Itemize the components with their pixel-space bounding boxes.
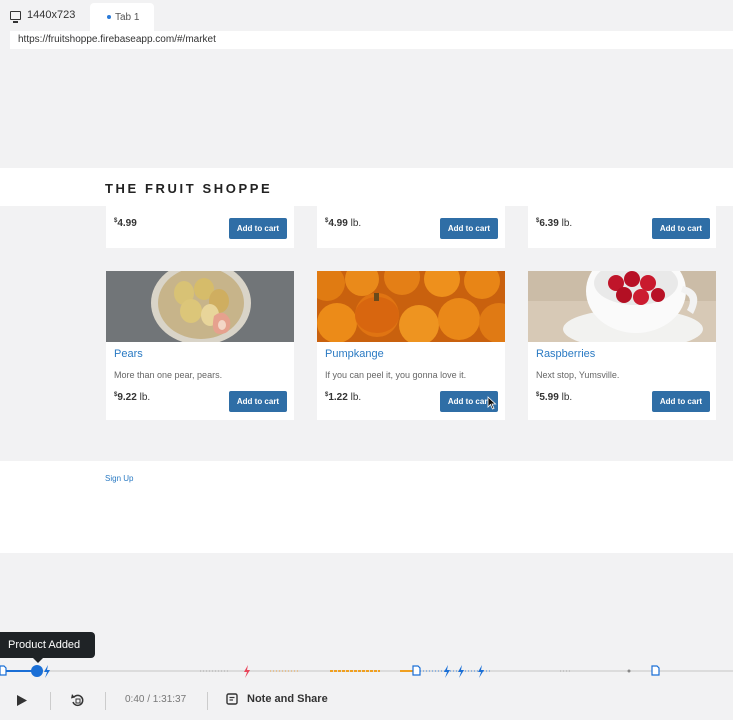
viewport-size: 1440x723 bbox=[10, 9, 76, 23]
raspberries-image bbox=[528, 271, 716, 342]
add-to-cart-button[interactable]: Add to cart bbox=[652, 391, 710, 412]
product-price: $4.99 bbox=[114, 218, 137, 229]
product-name[interactable]: Raspberries bbox=[536, 348, 595, 360]
play-icon[interactable] bbox=[16, 694, 28, 707]
product-price: $9.22 lb. bbox=[114, 392, 151, 403]
product-card-pears: Pears More than one pear, pears. $9.22 l… bbox=[106, 271, 294, 420]
player-controls: 0:40 / 1:31:37 Note and Share bbox=[0, 686, 733, 714]
tab-1[interactable]: Tab 1 bbox=[90, 3, 154, 31]
mouse-cursor-icon bbox=[487, 396, 497, 410]
monitor-icon bbox=[10, 10, 21, 23]
product-price: $6.39 lb. bbox=[536, 218, 573, 229]
page-event-icon bbox=[412, 665, 421, 676]
playback-timeline[interactable] bbox=[0, 662, 733, 680]
site-header: THE FRUIT SHOPPE bbox=[0, 168, 733, 206]
note-and-share-label: Note and Share bbox=[247, 693, 328, 705]
viewport-size-label: 1440x723 bbox=[27, 9, 76, 21]
add-to-cart-button[interactable]: Add to cart bbox=[229, 391, 287, 412]
product-card-raspberries: Raspberries Next stop, Yumsville. $5.99 … bbox=[528, 271, 716, 420]
product-name[interactable]: Pumpkange bbox=[325, 348, 384, 360]
event-tooltip: Product Added bbox=[0, 632, 95, 663]
add-to-cart-button[interactable]: Add to cart bbox=[652, 218, 710, 239]
separator bbox=[50, 692, 51, 710]
product-card-top-1: $4.99 Add to cart bbox=[106, 206, 294, 248]
replay-icon[interactable] bbox=[71, 693, 85, 708]
add-to-cart-button[interactable]: Add to cart bbox=[229, 218, 287, 239]
page-event-icon bbox=[651, 665, 660, 676]
product-name[interactable]: Pears bbox=[114, 348, 143, 360]
page-event-icon bbox=[0, 665, 7, 676]
separator bbox=[105, 692, 106, 710]
note-icon bbox=[226, 693, 238, 705]
add-to-cart-button[interactable]: Add to cart bbox=[440, 218, 498, 239]
product-description: Next stop, Yumsville. bbox=[536, 370, 620, 380]
product-card-pumpkange: Pumpkange If you can peel it, you gonna … bbox=[317, 271, 505, 420]
url-bar[interactable]: https://fruitshoppe.firebaseapp.com/#/ma… bbox=[10, 31, 733, 49]
product-price: $5.99 lb. bbox=[536, 392, 573, 403]
note-and-share-button[interactable]: Note and Share bbox=[226, 693, 328, 705]
site-footer: Sign Up bbox=[0, 461, 733, 553]
separator bbox=[207, 692, 208, 710]
pumpkange-image bbox=[317, 271, 505, 342]
playback-time: 0:40 / 1:31:37 bbox=[125, 694, 187, 705]
product-grid: $4.99 Add to cart $4.99 lb. Add to cart … bbox=[0, 206, 733, 461]
product-card-top-2: $4.99 lb. Add to cart bbox=[317, 206, 505, 248]
pears-image bbox=[106, 271, 294, 342]
sign-up-link[interactable]: Sign Up bbox=[105, 474, 133, 483]
playhead bbox=[31, 665, 43, 677]
site-brand[interactable]: THE FRUIT SHOPPE bbox=[105, 181, 272, 196]
tab-status-dot-icon bbox=[107, 15, 111, 19]
product-price: $1.22 lb. bbox=[325, 392, 362, 403]
product-price: $4.99 lb. bbox=[325, 218, 362, 229]
tab-label: Tab 1 bbox=[115, 11, 140, 23]
product-description: More than one pear, pears. bbox=[114, 370, 223, 380]
browser-tabbar: 1440x723 Tab 1 bbox=[0, 0, 733, 31]
product-card-top-3: $6.39 lb. Add to cart bbox=[528, 206, 716, 248]
product-description: If you can peel it, you gonna love it. bbox=[325, 370, 467, 380]
